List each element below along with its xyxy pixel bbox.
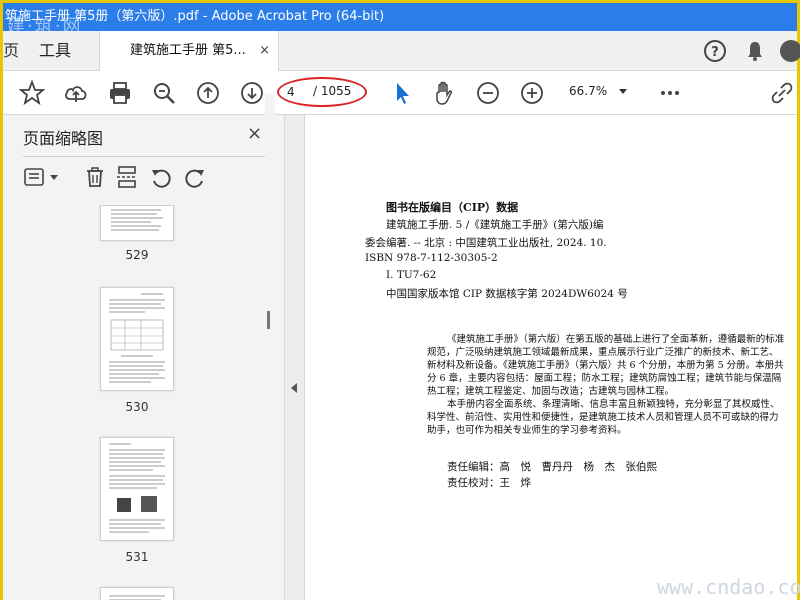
print-icon[interactable] bbox=[107, 80, 133, 106]
toolbar bbox=[3, 71, 797, 115]
zoom-level[interactable]: 66.7% bbox=[569, 84, 607, 98]
thumbnail-options-icon[interactable] bbox=[23, 165, 47, 189]
star-bookmark-icon[interactable] bbox=[19, 80, 45, 106]
cip-line: 中国国家版本馆 CIP 数据核字第 2024DW6024 号 bbox=[386, 288, 628, 300]
description-line: 《建筑施工手册》（第六版）在第五版的基础上进行了全面革新，遵循最新的标准 bbox=[447, 334, 785, 345]
description-line: 规范，广泛吸纳建筑施工领域最新成果，重点展示行业广泛推广的新技术、新工艺、 bbox=[427, 347, 779, 358]
page-thumbnails-panel: 页面缩略图 × 529 530 531 bbox=[3, 115, 285, 600]
page-thumbnail[interactable] bbox=[100, 437, 174, 541]
tab-document-label: 建筑施工手册 第5... bbox=[130, 43, 246, 58]
options-dropdown-icon[interactable] bbox=[47, 165, 61, 189]
description-line: 新材料及新设备。《建筑施工手册》（第六版）共 6 个分册，本册为第 5 分册。本… bbox=[427, 360, 784, 371]
responsible-editor: 责任编辑：高 悦 曹丹丹 杨 杰 张伯熙 bbox=[447, 461, 657, 473]
panel-title: 页面缩略图 bbox=[23, 129, 104, 148]
hand-tool-icon[interactable] bbox=[431, 80, 457, 106]
cip-title: 图书在版编目（CIP）数据 bbox=[386, 201, 519, 214]
description-line: 本手册内容全面系统、条理清晰、信息丰富且新颖独特，充分彰显了其权威性、 bbox=[447, 399, 780, 410]
tab-home[interactable]: 页 bbox=[3, 31, 19, 71]
cip-line: 委会编著. -- 北京 : 中国建筑工业出版社, 2024. 10. bbox=[365, 237, 607, 249]
description-line: 助手，也可作为相关专业师生的学习参考资料。 bbox=[427, 425, 627, 436]
description-line: 科学性、前沿性、实用性和便捷性，是建筑施工技术人员和管理人员不可或缺的得力 bbox=[427, 412, 779, 423]
user-icon[interactable] bbox=[779, 39, 800, 63]
page-thumbnail[interactable] bbox=[100, 205, 174, 241]
thumbnail-list: 529 530 531 bbox=[3, 205, 275, 600]
description-line: 分 6 章，主要内容包括：屋面工程；防水工程；建筑防腐蚀工程；建筑节能与保温隔 bbox=[427, 373, 782, 384]
panel-divider bbox=[23, 156, 271, 157]
zoom-search-icon[interactable] bbox=[151, 80, 177, 106]
watermark-logo: 建·筑·网 bbox=[7, 16, 83, 31]
thumbnail-preview bbox=[109, 595, 165, 600]
svg-text:?: ? bbox=[711, 45, 719, 60]
previous-page-icon[interactable] bbox=[195, 80, 221, 106]
tab-document[interactable]: 建筑施工手册 第5... × bbox=[99, 31, 279, 72]
thumbnail-preview bbox=[111, 209, 163, 231]
page-thumbnail[interactable] bbox=[100, 287, 174, 391]
help-icon[interactable]: ? bbox=[703, 39, 727, 63]
panel-close-icon[interactable]: × bbox=[247, 123, 262, 144]
scrollbar-thumb[interactable] bbox=[267, 311, 270, 329]
thumbnail-page-number: 531 bbox=[125, 550, 149, 564]
rotate-right-icon[interactable] bbox=[183, 165, 207, 189]
more-options-icon[interactable] bbox=[657, 80, 683, 106]
rotate-left-icon[interactable] bbox=[149, 165, 173, 189]
page-thumbnail[interactable] bbox=[100, 587, 174, 600]
window-title-bar: 筑施工手册 第5册（第六版）.pdf - Adobe Acrobat Pro (… bbox=[3, 3, 797, 31]
thumbnail-preview bbox=[109, 293, 165, 383]
zoom-dropdown-icon[interactable] bbox=[619, 89, 627, 94]
zoom-out-icon[interactable] bbox=[475, 80, 501, 106]
cip-line: 建筑施工手册. 5 /《建筑施工手册》(第六版)编 bbox=[386, 219, 604, 231]
tab-tools[interactable]: 工具 bbox=[39, 31, 71, 71]
cip-line: ISBN 978-7-112-30305-2 bbox=[365, 252, 498, 264]
zoom-in-icon[interactable] bbox=[519, 80, 545, 106]
panel-collapse-strip[interactable] bbox=[285, 115, 305, 600]
thumbnail-page-number: 529 bbox=[125, 248, 149, 262]
responsible-proofreader: 责任校对：王 烨 bbox=[447, 477, 531, 489]
tab-bar: 页 工具 建筑施工手册 第5... × ? bbox=[3, 31, 800, 72]
next-page-icon[interactable] bbox=[239, 80, 265, 106]
thumbnail-preview bbox=[109, 443, 165, 533]
tab-close-icon[interactable]: × bbox=[259, 31, 270, 71]
thumbnail-page-number: 530 bbox=[125, 400, 149, 414]
thumbnail-scrollbar[interactable] bbox=[265, 93, 275, 488]
page-number-input[interactable] bbox=[287, 83, 305, 101]
bell-icon[interactable] bbox=[743, 39, 767, 63]
share-link-icon[interactable] bbox=[769, 80, 795, 106]
select-cursor-icon[interactable] bbox=[389, 80, 415, 106]
cloud-upload-icon[interactable] bbox=[63, 80, 89, 106]
extract-pages-icon[interactable] bbox=[115, 165, 139, 189]
cip-line: Ⅰ. TU7-62 bbox=[386, 269, 437, 281]
site-watermark: www.cndao.com bbox=[657, 575, 800, 599]
trash-icon[interactable] bbox=[83, 165, 107, 189]
description-line: 热工程；建筑工程鉴定、加固与改造；古建筑与园林工程。 bbox=[427, 386, 675, 397]
collapse-panel-icon[interactable] bbox=[291, 383, 297, 393]
total-pages: / 1055 bbox=[313, 84, 352, 98]
